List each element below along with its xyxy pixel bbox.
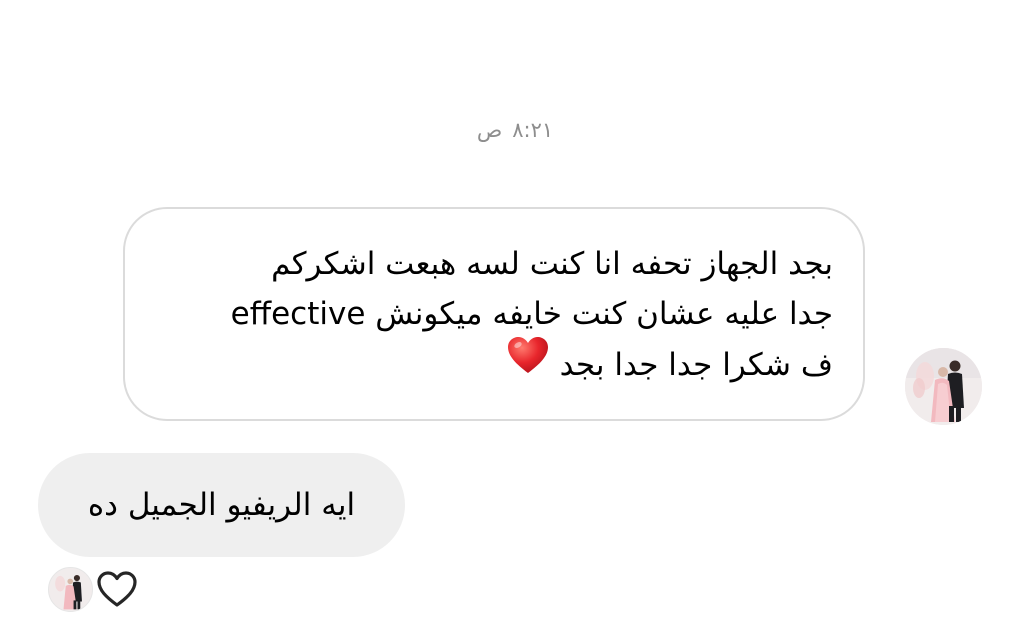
message-line: جدا عليه عشان كنت خايفه ميكونش effective (230, 296, 833, 332)
incoming-message-bubble[interactable]: بجد الجهاز تحفه انا كنت لسه هبعت اشكركم … (123, 207, 865, 421)
red-heart-icon (506, 335, 550, 390)
message-timestamp: ٨:٢١ ص (0, 118, 1020, 142)
message-line-text: ف شكرا جدا جدا بجد (559, 347, 833, 383)
reaction-avatar[interactable] (48, 567, 93, 612)
message-line: بجد الجهاز تحفه انا كنت لسه هبعت اشكركم (271, 246, 833, 282)
heart-outline-icon[interactable] (95, 569, 139, 609)
timestamp-period: ص (476, 118, 503, 142)
outgoing-message-bubble[interactable]: ايه الريفيو الجميل ده (38, 453, 405, 557)
timestamp-time: ٨:٢١ (512, 118, 554, 142)
chat-thread: ٨:٢١ ص بجد الجهاز تحفه انا كنت لسه هبعت ا… (0, 0, 1020, 635)
sender-avatar[interactable] (905, 348, 982, 425)
message-line-last: ف شكرا جدا جدا بجد (155, 337, 833, 394)
